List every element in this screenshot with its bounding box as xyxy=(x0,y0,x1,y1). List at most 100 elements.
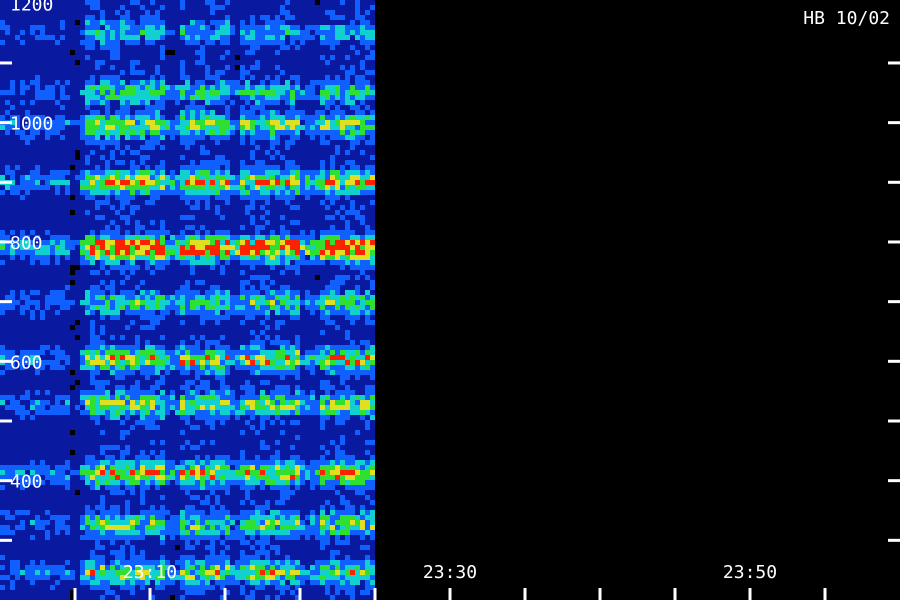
heatmap-cell xyxy=(170,95,175,100)
heatmap-cell xyxy=(215,190,220,195)
heatmap-cell xyxy=(40,270,45,275)
heatmap-cell xyxy=(130,25,135,30)
heatmap-cell xyxy=(40,280,45,285)
heatmap-cell xyxy=(25,175,30,180)
heatmap-cell xyxy=(135,215,140,220)
heatmap-cell xyxy=(200,5,205,10)
heatmap-cell xyxy=(115,295,120,300)
heatmap-cell xyxy=(340,15,345,20)
heatmap-cell xyxy=(265,125,270,130)
heatmap-cell xyxy=(20,305,25,310)
heatmap-cell xyxy=(40,160,45,165)
heatmap-cell xyxy=(80,270,85,275)
heatmap-cell xyxy=(330,100,335,105)
heatmap-cell xyxy=(320,10,325,15)
heatmap-cell xyxy=(110,25,115,30)
heatmap-cell xyxy=(75,200,80,205)
heatmap-cell xyxy=(270,180,275,185)
heatmap-cell xyxy=(55,135,60,140)
heatmap-cell xyxy=(215,145,220,150)
heatmap-cell xyxy=(280,280,285,285)
heatmap-cell xyxy=(205,190,210,195)
heatmap-cell xyxy=(145,95,150,100)
heatmap-cell xyxy=(295,210,300,215)
heatmap-cell xyxy=(25,25,30,30)
heatmap-cell xyxy=(50,35,55,40)
heatmap-cell xyxy=(290,185,295,190)
heatmap-cell xyxy=(220,240,225,245)
heatmap-cell xyxy=(305,150,310,155)
heatmap-cell xyxy=(85,275,90,280)
heatmap-cell xyxy=(25,105,30,110)
heatmap-cell xyxy=(255,300,260,305)
heatmap-cell xyxy=(140,50,145,55)
heatmap-cell xyxy=(200,190,205,195)
heatmap-cell xyxy=(145,305,150,310)
heatmap-cell xyxy=(350,40,355,45)
heatmap-cell xyxy=(245,145,250,150)
heatmap-cell xyxy=(45,195,50,200)
heatmap-cell xyxy=(255,30,260,35)
heatmap-cell xyxy=(170,215,175,220)
heatmap-cell xyxy=(65,170,70,175)
heatmap-cell xyxy=(335,175,340,180)
heatmap-cell xyxy=(140,300,145,305)
heatmap-cell xyxy=(260,175,265,180)
heatmap-cell xyxy=(25,280,30,285)
heatmap-cell xyxy=(115,315,120,320)
heatmap-cell xyxy=(105,45,110,50)
heatmap-cell xyxy=(220,215,225,220)
heatmap-cell xyxy=(280,250,285,255)
heatmap-cell xyxy=(105,300,110,305)
heatmap-cell xyxy=(350,250,355,255)
heatmap-cell xyxy=(130,315,135,320)
heatmap-cell xyxy=(360,65,365,70)
heatmap-cell xyxy=(350,55,355,60)
heatmap-cell xyxy=(230,80,235,85)
heatmap-cell xyxy=(70,90,75,95)
heatmap-cell xyxy=(170,270,175,275)
heatmap-cell xyxy=(290,250,295,255)
heatmap-cell xyxy=(310,325,315,330)
heatmap-cell xyxy=(330,55,335,60)
heatmap-cell xyxy=(105,325,110,330)
heatmap-cell xyxy=(295,175,300,180)
heatmap-cell xyxy=(235,325,240,330)
heatmap-cell xyxy=(315,30,320,35)
heatmap-cell xyxy=(75,70,80,75)
heatmap-cell xyxy=(95,325,100,330)
heatmap-cell xyxy=(175,200,180,205)
heatmap-cell xyxy=(190,110,195,115)
heatmap-cell xyxy=(265,240,270,245)
heatmap-cell xyxy=(285,80,290,85)
heatmap-cell xyxy=(365,190,370,195)
heatmap-cell xyxy=(65,135,70,140)
heatmap-cell xyxy=(70,330,75,335)
heatmap-cell xyxy=(120,30,125,35)
heatmap-cell xyxy=(305,270,310,275)
heatmap-cell xyxy=(140,90,145,95)
heatmap-cell xyxy=(255,275,260,280)
heatmap-cell xyxy=(65,175,70,180)
heatmap-cell xyxy=(150,225,155,230)
heatmap-cell xyxy=(45,90,50,95)
heatmap-cell xyxy=(190,105,195,110)
heatmap-cell xyxy=(110,260,115,265)
heatmap-cell xyxy=(60,285,65,290)
heatmap-cell xyxy=(325,270,330,275)
heatmap-cell xyxy=(160,305,165,310)
heatmap-cell xyxy=(170,10,175,15)
heatmap-cell xyxy=(370,320,375,325)
heatmap-cell xyxy=(75,255,80,260)
heatmap-cell xyxy=(295,135,300,140)
heatmap-cell xyxy=(345,35,350,40)
heatmap-cell xyxy=(350,175,355,180)
heatmap-cell xyxy=(155,30,160,35)
heatmap-cell xyxy=(280,270,285,275)
heatmap-cell xyxy=(25,305,30,310)
heatmap-cell xyxy=(230,260,235,265)
heatmap-cell xyxy=(130,0,135,5)
heatmap-cell xyxy=(215,85,220,90)
heatmap-cell xyxy=(105,170,110,175)
heatmap-cell xyxy=(185,300,190,305)
